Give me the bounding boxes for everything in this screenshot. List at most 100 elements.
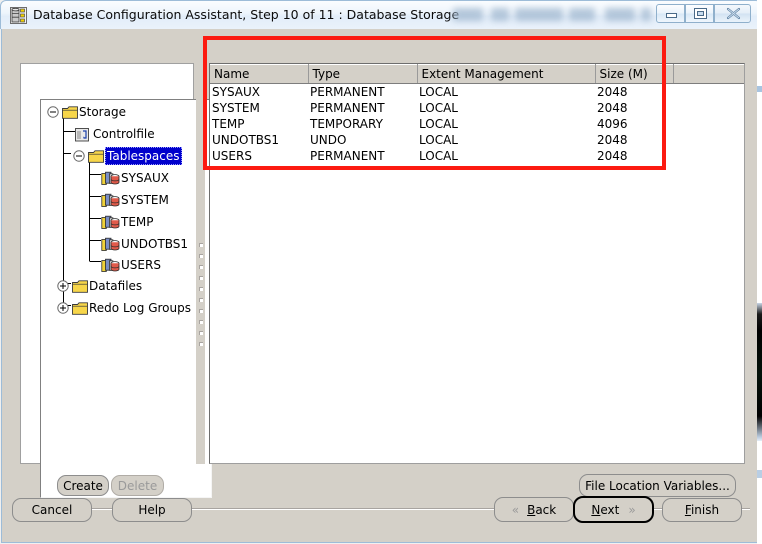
finish-rest: inish xyxy=(690,503,720,517)
title-blur-artifact xyxy=(515,8,563,21)
column-header-type[interactable]: Type xyxy=(308,64,418,84)
cell-name: UNDOTBS1 xyxy=(210,131,308,148)
splitter-grip-dot xyxy=(199,320,203,324)
table-row[interactable]: TEMP TEMPORARY LOCAL 4096 xyxy=(210,115,744,132)
tablespace-icon xyxy=(101,237,120,257)
storage-tree[interactable]: Storage Controlfile Tablespaces SYSAUX S… xyxy=(41,100,211,497)
tree-node-label: TEMP xyxy=(121,215,154,229)
database-icon xyxy=(10,7,27,24)
cell-name: SYSTEM xyxy=(210,99,308,116)
cancel-button[interactable]: Cancel xyxy=(12,498,92,522)
back-button[interactable]: « Back xyxy=(494,497,574,522)
maximize-icon xyxy=(694,8,707,19)
cell-filler xyxy=(673,99,744,116)
folder-icon xyxy=(72,280,88,298)
table-row[interactable]: UNDOTBS1 UNDO LOCAL 2048 xyxy=(210,131,744,148)
splitter-grip-dot xyxy=(199,265,203,269)
cell-extent-management: LOCAL xyxy=(417,83,595,100)
cell-extent-management: LOCAL xyxy=(417,131,595,148)
table-row[interactable]: USERS PERMANENT LOCAL 2048 xyxy=(210,147,744,164)
tree-node-label: Controlfile xyxy=(93,127,155,141)
desktop-edge-artifact xyxy=(757,470,762,478)
cell-name: USERS xyxy=(210,147,308,164)
cell-type: UNDO xyxy=(308,131,417,148)
cell-extent-management: LOCAL xyxy=(417,115,595,132)
tree-node-tablespaces[interactable]: Tablespaces xyxy=(41,147,211,168)
tablespace-icon xyxy=(101,258,120,278)
tree-node-label: USERS xyxy=(121,258,161,272)
cell-type: TEMPORARY xyxy=(308,115,417,132)
splitter-grip-dot xyxy=(199,287,203,291)
title-blur-artifact xyxy=(491,8,509,21)
title-blur-artifact xyxy=(569,8,595,21)
title-bar[interactable]: Database Configuration Assistant, Step 1… xyxy=(0,0,762,29)
tree-node-label-selected: Tablespaces xyxy=(105,147,182,165)
storage-tree-panel: Storage Controlfile Tablespaces SYSAUX S… xyxy=(20,63,212,498)
split-pane-divider[interactable] xyxy=(196,63,205,464)
tree-node-users[interactable]: USERS xyxy=(41,256,211,274)
table-row[interactable]: SYSTEM PERMANENT LOCAL 2048 xyxy=(210,99,744,116)
desktop-edge-artifact xyxy=(757,86,762,92)
file-location-variables-button[interactable]: File Location Variables... xyxy=(579,474,736,497)
tree-node-label: Redo Log Groups xyxy=(89,301,191,315)
cell-extent-management: LOCAL xyxy=(417,99,595,116)
tablespaces-table-panel[interactable]: Name Type Extent Management Size (M) SYS… xyxy=(209,63,745,464)
tree-node-label: SYSAUX xyxy=(121,171,169,185)
tree-node-sysaux[interactable]: SYSAUX xyxy=(41,169,211,187)
tree-node-system[interactable]: SYSTEM xyxy=(41,191,211,209)
title-bar-inner: Database Configuration Assistant, Step 1… xyxy=(1,1,761,29)
finish-button-label: Finish xyxy=(685,504,719,516)
tablespaces-table[interactable]: Name Type Extent Management Size (M) SYS… xyxy=(210,64,744,164)
tree-node-undotbs1[interactable]: UNDOTBS1 xyxy=(41,235,211,253)
splitter-grip-dot xyxy=(199,331,203,335)
cell-filler xyxy=(673,147,744,164)
collapse-handle-icon[interactable] xyxy=(47,106,60,124)
tree-node-controlfile[interactable]: Controlfile xyxy=(41,125,211,143)
next-button-label: Next xyxy=(591,504,619,516)
splitter-grip-dot xyxy=(199,243,203,247)
finish-button[interactable]: Finish xyxy=(662,498,742,522)
tree-node-datafiles[interactable]: Datafiles xyxy=(41,277,211,298)
tablespace-icon xyxy=(101,171,120,191)
table-header-row: Name Type Extent Management Size (M) xyxy=(210,64,744,84)
splitter-grip-dot xyxy=(199,254,203,258)
close-button[interactable] xyxy=(714,4,751,23)
column-header-filler xyxy=(673,64,744,84)
expand-handle-icon[interactable] xyxy=(57,280,70,298)
tablespace-icon xyxy=(101,215,120,235)
splitter-grip-dot xyxy=(199,309,203,313)
minimize-icon xyxy=(666,13,677,18)
tree-node-redo-log-groups[interactable]: Redo Log Groups xyxy=(41,299,211,320)
folder-icon xyxy=(62,106,78,124)
close-icon xyxy=(726,7,741,20)
storage-tree-scrollpane[interactable]: Storage Controlfile Tablespaces SYSAUX S… xyxy=(40,99,212,498)
window-title: Database Configuration Assistant, Step 1… xyxy=(33,7,460,22)
next-mnemonic: N xyxy=(591,502,601,517)
maximize-button[interactable] xyxy=(685,4,714,23)
title-blur-artifact xyxy=(641,8,651,21)
title-blur-artifact xyxy=(453,8,483,21)
expand-handle-icon[interactable] xyxy=(57,302,70,320)
cell-size-m: 4096 xyxy=(595,115,673,132)
controlfile-icon xyxy=(75,128,90,147)
tree-node-label: UNDOTBS1 xyxy=(121,237,189,251)
table-row[interactable]: SYSAUX PERMANENT LOCAL 2048 xyxy=(210,83,744,100)
back-arrow-icon: « xyxy=(511,502,520,517)
minimize-button[interactable] xyxy=(656,4,685,23)
create-button[interactable]: Create xyxy=(57,475,109,496)
collapse-handle-icon[interactable] xyxy=(73,150,86,168)
cell-filler xyxy=(673,83,744,100)
help-button[interactable]: Help xyxy=(112,498,192,522)
title-blur-artifact xyxy=(605,8,635,21)
background-window-scrollbar-artifact xyxy=(757,303,762,441)
column-header-name[interactable]: Name xyxy=(210,64,309,84)
cell-size-m: 2048 xyxy=(595,147,673,164)
tree-node-label: Datafiles xyxy=(89,279,143,293)
column-header-size-m[interactable]: Size (M) xyxy=(595,64,674,84)
column-header-extent-management[interactable]: Extent Management xyxy=(417,64,596,84)
tree-node-temp[interactable]: TEMP xyxy=(41,213,211,231)
tree-node-storage[interactable]: Storage xyxy=(41,103,211,124)
next-button[interactable]: Next » xyxy=(573,496,654,523)
cell-size-m: 2048 xyxy=(595,83,673,100)
desktop-edge-artifact xyxy=(757,0,762,544)
